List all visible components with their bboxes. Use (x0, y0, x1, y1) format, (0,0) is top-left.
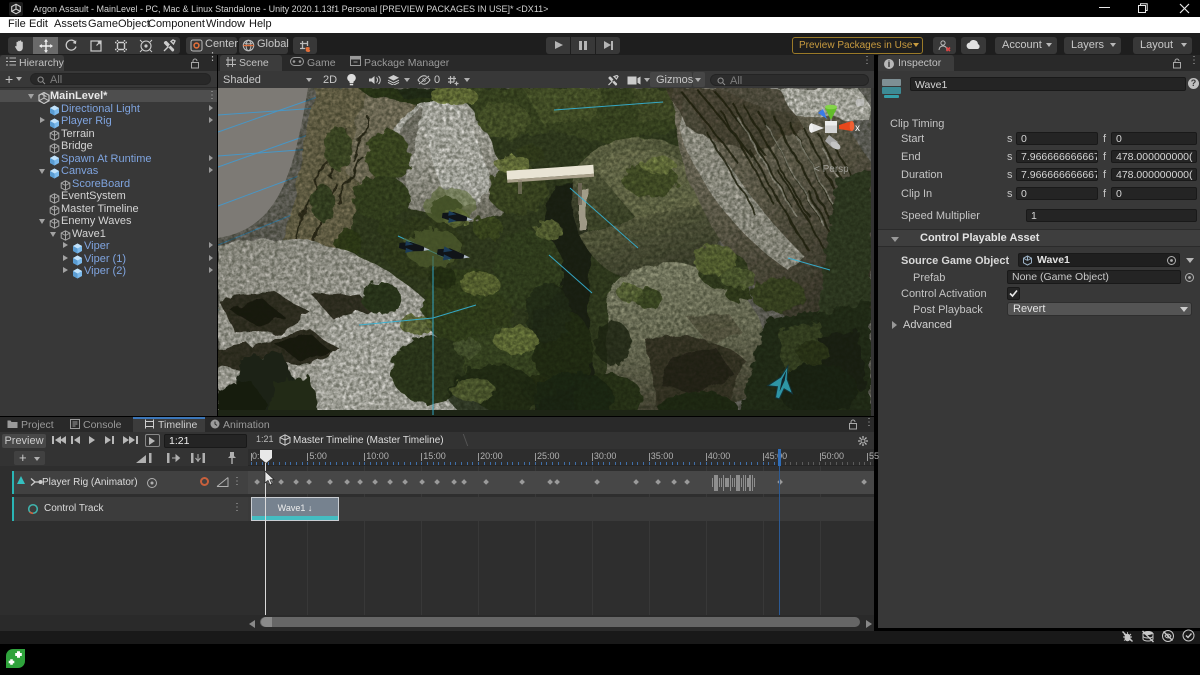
svg-text:< Persp: < Persp (814, 164, 849, 175)
svg-text:x: x (855, 123, 860, 134)
